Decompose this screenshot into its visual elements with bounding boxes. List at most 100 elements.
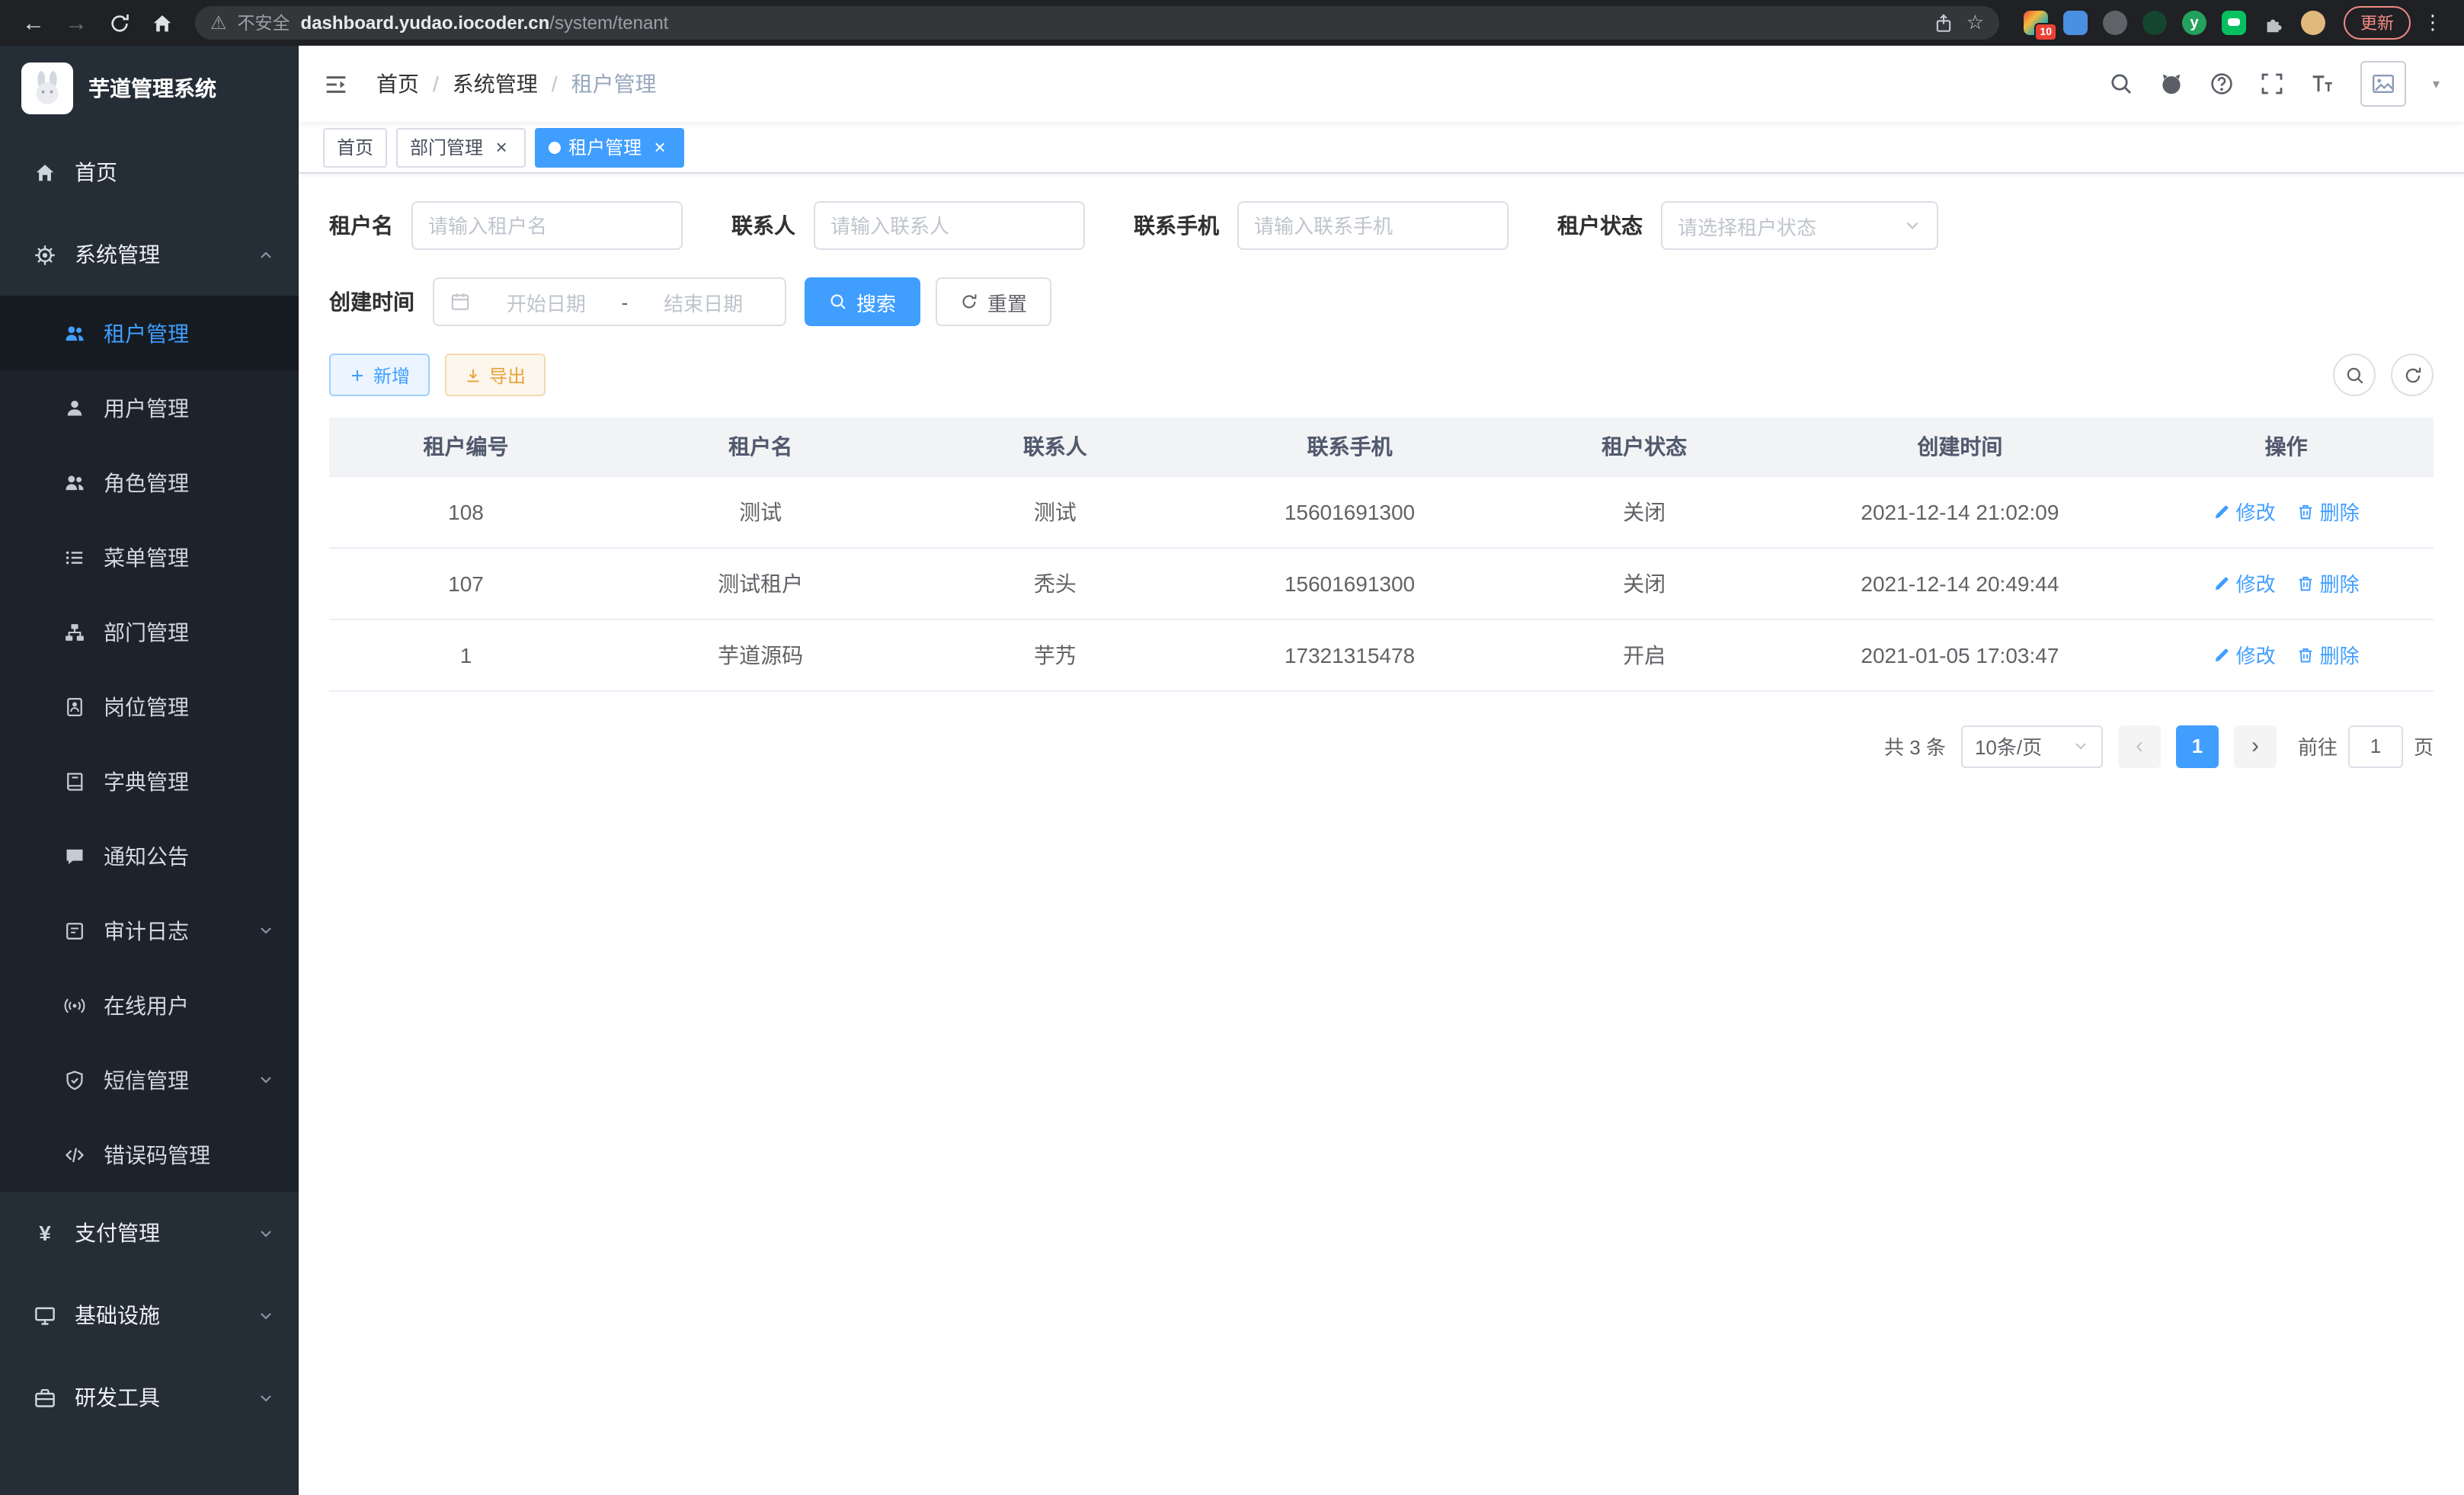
header-search-button[interactable] (2110, 72, 2134, 96)
extension-adblock-icon[interactable]: 10 (2024, 11, 2048, 35)
extension-y-icon[interactable]: y (2182, 11, 2206, 35)
search-button[interactable]: 搜索 (805, 277, 920, 326)
browser-profile-avatar[interactable] (2301, 11, 2325, 35)
pagination-total: 共 3 条 (1884, 731, 1946, 760)
avatar-caret-icon[interactable]: ▾ (2433, 75, 2440, 92)
sidebar: 芋道管理系统 首页 系统管理 租户管理 (0, 46, 299, 1495)
sidebar-item-infrastructure[interactable]: 基础设施 (0, 1274, 299, 1356)
sidebar-item-menu[interactable]: 菜单管理 (0, 520, 299, 594)
extension-chat-icon[interactable] (2222, 11, 2246, 35)
browser-toolbar: ← → ⚠ 不安全 dashboard.yudao.iocoder.cn/sys… (0, 0, 2464, 46)
sidebar-item-post[interactable]: 岗位管理 (0, 669, 299, 744)
breadcrumb-item[interactable]: 首页 (376, 69, 419, 99)
pagination: 共 3 条 10条/页 ‹ 1 › 前往 页 (329, 725, 2434, 767)
cell-contact: 测试 (918, 475, 1192, 547)
mobile-input[interactable] (1254, 214, 1492, 237)
cell-tenant-name: 芋道源码 (603, 619, 918, 690)
extensions-puzzle-icon[interactable] (2261, 11, 2286, 35)
docs-help-button[interactable] (2210, 72, 2235, 96)
sidebar-item-dict[interactable]: 字典管理 (0, 744, 299, 818)
tenant-name-input[interactable] (428, 214, 666, 237)
col-header-actions: 操作 (2139, 418, 2434, 475)
sidebar-item-dev-tools[interactable]: 研发工具 (0, 1356, 299, 1439)
edit-link[interactable]: 修改 (2213, 497, 2276, 526)
close-icon[interactable]: × (491, 136, 512, 158)
monitor-icon (34, 1304, 56, 1327)
sidebar-item-sms[interactable]: 短信管理 (0, 1042, 299, 1117)
browser-reload-button[interactable] (101, 5, 137, 41)
sidebar-item-label: 短信管理 (104, 1064, 189, 1095)
sidebar-item-system[interactable]: 系统管理 (0, 213, 299, 296)
edit-link[interactable]: 修改 (2213, 640, 2276, 669)
page-number-current[interactable]: 1 (2176, 725, 2219, 767)
tenant-name-label: 租户名 (329, 210, 393, 241)
refresh-icon (2402, 365, 2422, 385)
close-icon[interactable]: × (649, 136, 670, 158)
bookmark-star-icon[interactable]: ☆ (1966, 11, 1984, 35)
sidebar-item-error-code[interactable]: 错误码管理 (0, 1117, 299, 1192)
active-dot (549, 141, 561, 153)
sidebar-item-label: 系统管理 (75, 239, 160, 270)
tag-home[interactable]: 首页 (323, 127, 387, 167)
delete-link[interactable]: 删除 (2297, 497, 2360, 526)
status-select[interactable]: 请选择租户状态 (1661, 201, 1938, 250)
reset-button[interactable]: 重置 (936, 277, 1051, 326)
sidebar-collapse-button[interactable] (323, 71, 349, 97)
share-icon[interactable] (1934, 13, 1954, 33)
browser-back-button[interactable]: ← (15, 5, 52, 41)
date-range-picker[interactable]: 开始日期 - 结束日期 (433, 277, 786, 326)
cell-contact: 芋艿 (918, 619, 1192, 690)
contact-input[interactable] (830, 214, 1068, 237)
sidebar-item-label: 错误码管理 (104, 1139, 210, 1170)
export-button[interactable]: 导出 (445, 354, 546, 396)
extensions-area: 10 y (2024, 11, 2325, 35)
chevron-down-icon (2072, 738, 2089, 754)
sidebar-item-label: 通知公告 (104, 840, 189, 871)
chrome-update-button[interactable]: 更新 (2344, 6, 2411, 40)
app-logo[interactable]: 芋道管理系统 (0, 46, 299, 131)
refresh-table-button[interactable] (2391, 354, 2434, 396)
sidebar-item-online-users[interactable]: 在线用户 (0, 968, 299, 1042)
tag-dept[interactable]: 部门管理 × (396, 127, 526, 167)
toggle-search-button[interactable] (2333, 354, 2376, 396)
sidebar-item-label: 用户管理 (104, 392, 189, 423)
font-size-button[interactable] (2311, 72, 2335, 96)
search-icon (829, 293, 847, 311)
edit-link[interactable]: 修改 (2213, 568, 2276, 597)
extension-blue-icon[interactable] (2063, 11, 2088, 35)
next-page-button[interactable]: › (2234, 725, 2277, 767)
delete-link[interactable]: 删除 (2297, 568, 2360, 597)
fullscreen-button[interactable] (2261, 72, 2285, 96)
extension-globe-icon[interactable] (2103, 11, 2127, 35)
page-content: 租户名 联系人 联系手机 (299, 174, 2464, 1495)
add-button[interactable]: 新增 (329, 354, 430, 396)
tag-tenant-active[interactable]: 租户管理 × (535, 127, 684, 167)
status-select-placeholder: 请选择租户状态 (1678, 211, 1894, 240)
sidebar-item-payment[interactable]: ¥ 支付管理 (0, 1192, 299, 1274)
cell-actions: 修改删除 (2139, 547, 2434, 619)
page-size-select[interactable]: 10条/页 (1961, 725, 2103, 767)
delete-link[interactable]: 删除 (2297, 640, 2360, 669)
address-bar[interactable]: ⚠ 不安全 dashboard.yudao.iocoder.cn/system/… (195, 6, 1999, 40)
sidebar-item-notice[interactable]: 通知公告 (0, 818, 299, 893)
table-row: 107 测试租户 秃头 15601691300 关闭 2021-12-14 20… (329, 547, 2434, 619)
sidebar-item-role[interactable]: 角色管理 (0, 445, 299, 520)
extension-dark-green-icon[interactable] (2142, 11, 2167, 35)
badge-icon (64, 696, 85, 717)
browser-forward-button[interactable]: → (58, 5, 94, 41)
sidebar-item-home[interactable]: 首页 (0, 131, 299, 213)
browser-home-button[interactable] (143, 5, 180, 41)
sidebar-item-tenant[interactable]: 租户管理 (0, 296, 299, 370)
goto-page-input[interactable] (2348, 725, 2403, 767)
sidebar-item-user[interactable]: 用户管理 (0, 370, 299, 445)
col-header-tenant-id: 租户编号 (329, 418, 603, 475)
sidebar-item-audit-log[interactable]: 审计日志 (0, 893, 299, 968)
sidebar-item-dept[interactable]: 部门管理 (0, 594, 299, 669)
prev-page-button[interactable]: ‹ (2118, 725, 2161, 767)
not-secure-warning-icon: ⚠ (210, 14, 227, 32)
browser-menu-button[interactable]: ⋮ (2417, 11, 2449, 35)
github-link[interactable] (2160, 72, 2184, 96)
chevron-down-icon (258, 922, 274, 939)
user-avatar[interactable] (2361, 61, 2407, 107)
breadcrumb-item[interactable]: 系统管理 (453, 69, 538, 99)
